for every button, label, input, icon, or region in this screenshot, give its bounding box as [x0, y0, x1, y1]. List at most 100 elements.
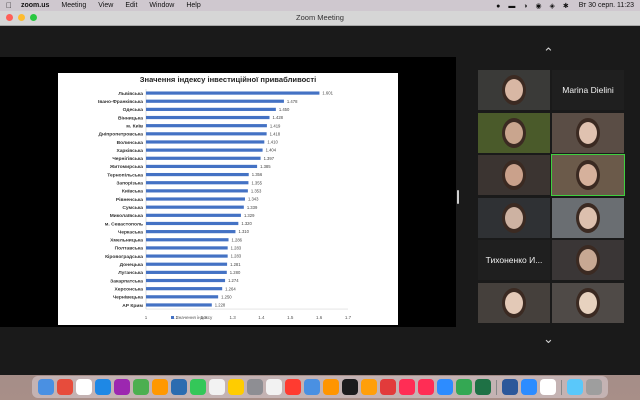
participant-name-tile[interactable]: Тихоненко И... [478, 240, 550, 280]
menu-item-window[interactable]: Window [149, 2, 174, 9]
chevron-down-icon[interactable]: ⌄ [543, 332, 554, 345]
dock-app-icon[interactable] [399, 379, 415, 395]
dock-app-icon[interactable] [152, 379, 168, 395]
data-label: 1.385 [260, 164, 271, 169]
data-label: 1.450 [279, 107, 290, 112]
data-label: 1.478 [287, 99, 298, 104]
participant-video-tile[interactable] [552, 282, 624, 323]
dock-app-icon[interactable] [540, 379, 556, 395]
x-tick-label: 1 [145, 315, 148, 320]
dock-app-icon[interactable] [475, 379, 491, 395]
dock-app-icon[interactable] [266, 379, 282, 395]
bar [146, 172, 249, 177]
data-label: 1.418 [270, 131, 281, 136]
participant-name-tile[interactable]: Marina Dielini [552, 70, 624, 110]
dock-app-icon[interactable] [502, 379, 518, 395]
participant-video-tile[interactable] [552, 112, 624, 153]
legend-swatch [171, 316, 174, 319]
data-label: 1.274 [228, 278, 239, 283]
dock-app-icon[interactable] [304, 379, 320, 395]
chart-legend: Значення індексу [171, 315, 212, 320]
participant-video-tile[interactable] [552, 197, 624, 238]
participant-video-tile[interactable] [478, 112, 550, 153]
category-label: Сумська [122, 205, 143, 211]
bar [146, 287, 223, 291]
dock-app-icon[interactable] [57, 379, 73, 395]
dock-separator [496, 379, 497, 395]
participant-name: Тихоненко И... [485, 255, 543, 265]
participant-face [579, 291, 597, 314]
data-label: 1.283 [231, 254, 242, 259]
dock-app-icon[interactable] [171, 379, 187, 395]
dock-app-icon[interactable] [456, 379, 472, 395]
category-label: Чернігівська [112, 156, 143, 162]
dock-app-icon[interactable] [76, 379, 92, 395]
split-divider-handle[interactable] [457, 190, 459, 204]
dock-app-icon[interactable] [567, 379, 583, 395]
participant-video-tile[interactable] [478, 70, 550, 110]
bar [146, 238, 229, 242]
legend-label: Значення індексу [176, 315, 213, 320]
category-label: Рівненська [116, 197, 143, 203]
dock-app-icon[interactable] [323, 379, 339, 395]
dock-app-icon[interactable] [380, 379, 396, 395]
data-label: 1.343 [248, 197, 259, 202]
dock-app-icon[interactable] [521, 379, 537, 395]
title-bar: Zoom Meeting [0, 11, 640, 26]
data-label: 1.356 [252, 172, 263, 177]
menu-item-edit[interactable]: Edit [125, 2, 137, 9]
bar [146, 295, 219, 299]
apple-icon[interactable]:  [6, 1, 12, 10]
bar [146, 197, 245, 201]
bar [146, 124, 267, 128]
dock-app-icon[interactable] [38, 379, 54, 395]
bar [146, 262, 228, 266]
dock-app-icon[interactable] [190, 379, 206, 395]
participant-face [579, 121, 597, 144]
menu-bar:  zoom.us Meeting View Edit Window Help … [0, 0, 640, 11]
dock-app-icon[interactable] [437, 379, 453, 395]
dock-app-icon[interactable] [361, 379, 377, 395]
dock-app-icon[interactable] [285, 379, 301, 395]
bar [146, 246, 228, 250]
participant-video-tile[interactable] [551, 154, 625, 196]
bar [146, 156, 261, 160]
menubar-clock[interactable]: Вт 30 серп. 11:23 [579, 2, 634, 9]
category-label: Дніпропетровська [99, 132, 144, 138]
dock-app-icon[interactable] [228, 379, 244, 395]
dock-app-icon[interactable] [586, 379, 602, 395]
category-label: Харківська [116, 148, 143, 154]
category-label: Львівська [118, 91, 143, 97]
data-label: 1.264 [225, 286, 236, 291]
category-label: Івано-Франківська [98, 99, 143, 105]
menu-item-help[interactable]: Help [186, 2, 200, 9]
menu-app-name[interactable]: zoom.us [21, 2, 49, 9]
category-label: Вінницька [118, 115, 143, 121]
participant-video-tile[interactable] [552, 240, 624, 280]
bar [146, 278, 226, 283]
menu-item-view[interactable]: View [98, 2, 113, 9]
bar [146, 148, 263, 152]
dock-app-icon[interactable] [95, 379, 111, 395]
dock-app-icon[interactable] [133, 379, 149, 395]
menu-item-meeting[interactable]: Meeting [61, 2, 86, 9]
dock-app-icon[interactable] [342, 379, 358, 395]
dock-app-icon[interactable] [247, 379, 263, 395]
data-label: 1.428 [273, 115, 284, 120]
data-label: 1.228 [215, 303, 226, 308]
participant-video-tile[interactable] [478, 282, 550, 323]
dock-app-icon[interactable] [209, 379, 225, 395]
dock-separator [561, 379, 562, 395]
participant-video-tile[interactable] [478, 155, 550, 195]
dock-app-icon[interactable] [418, 379, 434, 395]
data-label: 1.419 [270, 123, 281, 128]
participant-video-tile[interactable] [478, 197, 550, 238]
category-label: Волинська [117, 140, 144, 146]
bar [146, 205, 244, 209]
status-icons[interactable]: ● ▬ ◑ ◉ ◈ ✱ [496, 2, 572, 10]
category-label: Херсонська [114, 286, 143, 292]
dock-app-icon[interactable] [114, 379, 130, 395]
category-label: Черкаська [118, 229, 143, 235]
data-label: 1.397 [264, 156, 275, 161]
category-label: Тернопільська [107, 172, 143, 178]
